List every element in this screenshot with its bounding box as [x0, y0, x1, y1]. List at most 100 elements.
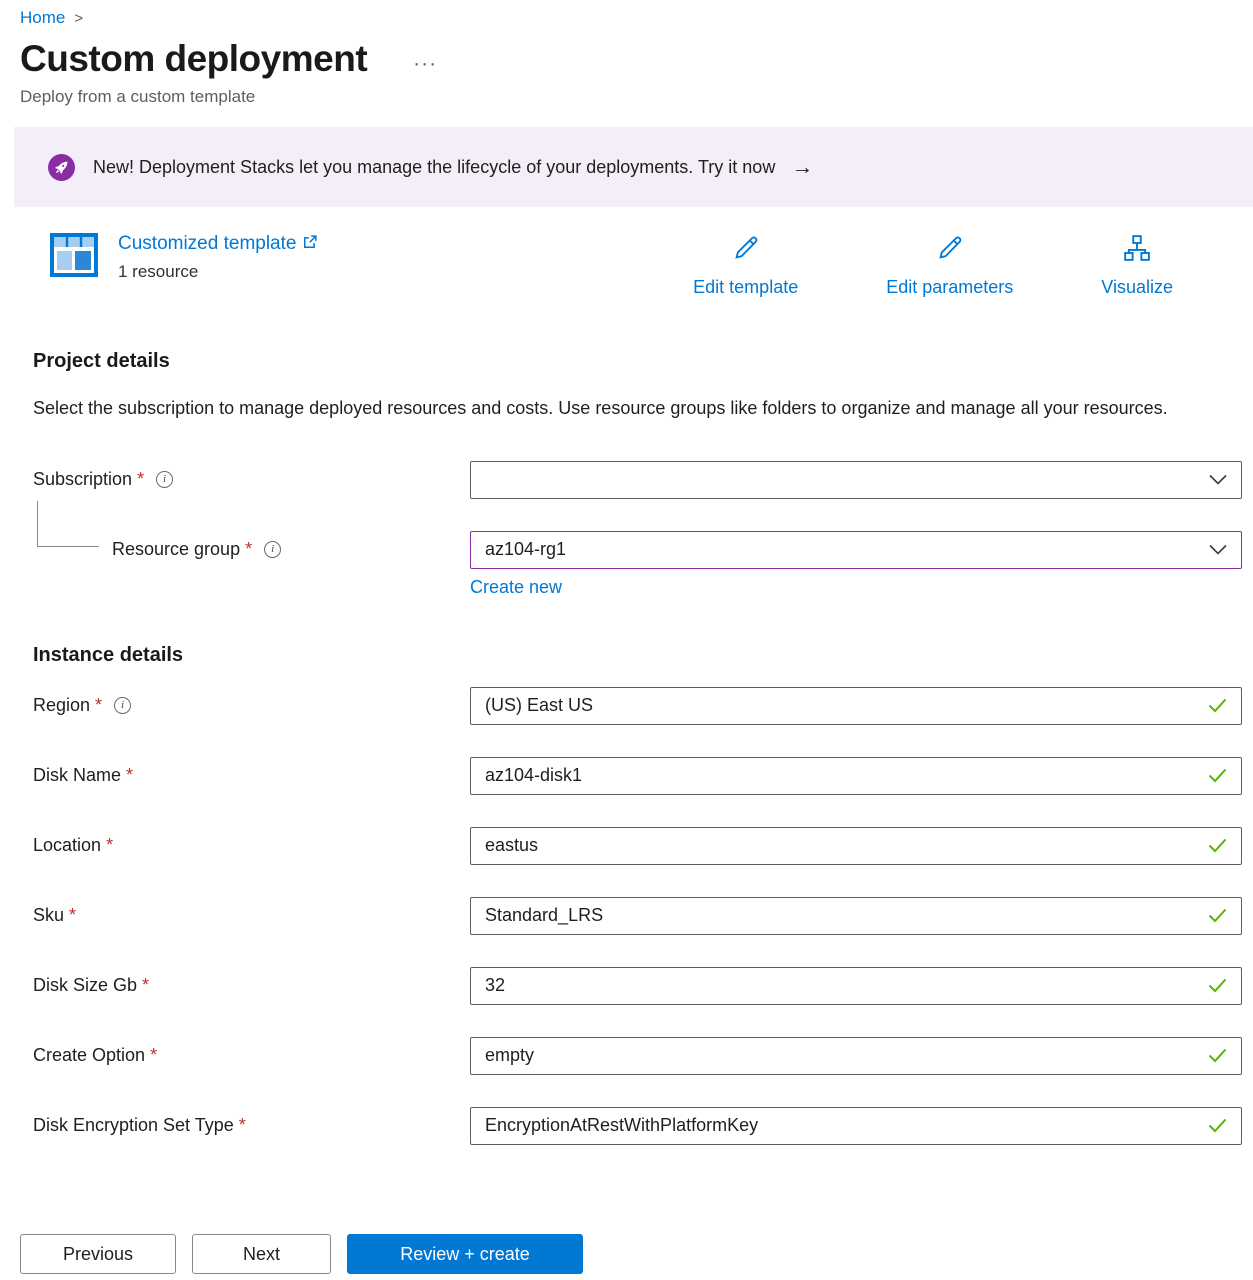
custom-deployment-page: Home > Custom deployment ··· Deploy from… — [0, 0, 1253, 1145]
chevron-down-icon — [1209, 474, 1227, 485]
valid-check-icon — [1208, 1118, 1227, 1133]
hierarchy-icon — [1122, 233, 1152, 268]
disk-name-row: Disk Name * az104-disk1 — [33, 757, 1242, 795]
location-label: Location — [33, 835, 101, 856]
resource-group-select[interactable]: az104-rg1 — [470, 531, 1242, 569]
page-subtitle: Deploy from a custom template — [20, 87, 1253, 107]
visualize-button[interactable]: Visualize — [1101, 233, 1173, 298]
pencil-icon — [935, 233, 965, 268]
pencil-icon — [731, 233, 761, 268]
page-title: Custom deployment — [20, 38, 367, 80]
arrow-right-icon[interactable]: → — [791, 154, 813, 180]
region-value: (US) East US — [485, 695, 593, 716]
review-create-button[interactable]: Review + create — [347, 1234, 583, 1274]
valid-check-icon — [1208, 1048, 1227, 1063]
required-marker: * — [69, 905, 76, 926]
disk-size-input[interactable]: 32 — [470, 967, 1242, 1005]
template-resource-count: 1 resource — [118, 262, 317, 282]
edit-template-button[interactable]: Edit template — [693, 233, 798, 298]
create-option-value: empty — [485, 1045, 534, 1066]
instance-details-heading: Instance details — [33, 644, 1242, 667]
disk-size-value: 32 — [485, 975, 505, 996]
edit-parameters-button[interactable]: Edit parameters — [886, 233, 1013, 298]
required-marker: * — [245, 539, 252, 560]
visualize-label: Visualize — [1101, 277, 1173, 298]
previous-button[interactable]: Previous — [20, 1234, 176, 1274]
form-content: Project details Select the subscription … — [33, 350, 1242, 1145]
valid-check-icon — [1208, 908, 1227, 923]
banner-text: New! Deployment Stacks let you manage th… — [93, 157, 775, 178]
subscription-label-cell: Subscription * i — [33, 469, 470, 490]
required-marker: * — [95, 695, 102, 716]
valid-check-icon — [1208, 978, 1227, 993]
valid-check-icon — [1208, 768, 1227, 783]
region-input[interactable]: (US) East US — [470, 687, 1242, 725]
disk-size-label-cell: Disk Size Gb * — [33, 975, 470, 996]
region-row: Region * i (US) East US — [33, 687, 1242, 725]
required-marker: * — [106, 835, 113, 856]
project-details-heading: Project details — [33, 350, 1242, 373]
info-icon[interactable]: i — [156, 471, 173, 488]
template-info: Customized template 1 resource — [50, 233, 317, 282]
sku-label: Sku — [33, 905, 64, 926]
disk-size-label: Disk Size Gb — [33, 975, 137, 996]
project-details-description: Select the subscription to manage deploy… — [33, 393, 1183, 425]
breadcrumb-separator: > — [74, 10, 83, 27]
resource-group-value: az104-rg1 — [485, 539, 566, 560]
location-label-cell: Location * — [33, 835, 470, 856]
disk-size-row: Disk Size Gb * 32 — [33, 967, 1242, 1005]
rocket-icon — [48, 154, 75, 181]
more-options-button[interactable]: ··· — [413, 52, 437, 76]
create-option-label: Create Option — [33, 1045, 145, 1066]
deployment-stacks-banner[interactable]: New! Deployment Stacks let you manage th… — [14, 127, 1253, 207]
disk-encryption-set-type-label: Disk Encryption Set Type — [33, 1115, 234, 1136]
template-summary: Customized template 1 resource — [50, 233, 1173, 298]
sku-value: Standard_LRS — [485, 905, 603, 926]
create-option-label-cell: Create Option * — [33, 1045, 470, 1066]
edit-template-label: Edit template — [693, 277, 798, 298]
valid-check-icon — [1208, 698, 1227, 713]
valid-check-icon — [1208, 838, 1227, 853]
resource-group-row: Resource group * i az104-rg1 — [33, 531, 1242, 569]
disk-encryption-set-type-row: Disk Encryption Set Type * EncryptionAtR… — [33, 1107, 1242, 1145]
required-marker: * — [137, 469, 144, 490]
required-marker: * — [126, 765, 133, 786]
sku-input[interactable]: Standard_LRS — [470, 897, 1242, 935]
indent-connector — [37, 501, 99, 547]
disk-name-value: az104-disk1 — [485, 765, 582, 786]
template-name: Customized template — [118, 233, 296, 255]
create-new-row: Create new — [470, 577, 1242, 598]
breadcrumb: Home > — [20, 8, 1253, 28]
info-icon[interactable]: i — [264, 541, 281, 558]
required-marker: * — [142, 975, 149, 996]
disk-name-label-cell: Disk Name * — [33, 765, 470, 786]
customized-template-link[interactable]: Customized template — [118, 233, 317, 255]
sku-row: Sku * Standard_LRS — [33, 897, 1242, 935]
chevron-down-icon — [1209, 544, 1227, 555]
create-option-row: Create Option * empty — [33, 1037, 1242, 1075]
create-new-link[interactable]: Create new — [470, 577, 562, 597]
disk-name-label: Disk Name — [33, 765, 121, 786]
edit-parameters-label: Edit parameters — [886, 277, 1013, 298]
location-value: eastus — [485, 835, 538, 856]
disk-encryption-set-type-value: EncryptionAtRestWithPlatformKey — [485, 1115, 758, 1136]
location-row: Location * eastus — [33, 827, 1242, 865]
location-input[interactable]: eastus — [470, 827, 1242, 865]
region-label: Region — [33, 695, 90, 716]
subscription-label: Subscription — [33, 469, 132, 490]
disk-encryption-set-type-input[interactable]: EncryptionAtRestWithPlatformKey — [470, 1107, 1242, 1145]
template-icon — [50, 233, 98, 282]
external-link-icon — [303, 233, 317, 255]
sku-label-cell: Sku * — [33, 905, 470, 926]
required-marker: * — [239, 1115, 246, 1136]
next-button[interactable]: Next — [192, 1234, 331, 1274]
create-option-input[interactable]: empty — [470, 1037, 1242, 1075]
title-row: Custom deployment ··· — [20, 38, 1253, 80]
breadcrumb-home-link[interactable]: Home — [20, 8, 65, 28]
subscription-row: Subscription * i — [33, 461, 1242, 499]
disk-encryption-set-type-label-cell: Disk Encryption Set Type * — [33, 1115, 470, 1136]
subscription-select[interactable] — [470, 461, 1242, 499]
disk-name-input[interactable]: az104-disk1 — [470, 757, 1242, 795]
info-icon[interactable]: i — [114, 697, 131, 714]
resource-group-label: Resource group — [112, 539, 240, 560]
